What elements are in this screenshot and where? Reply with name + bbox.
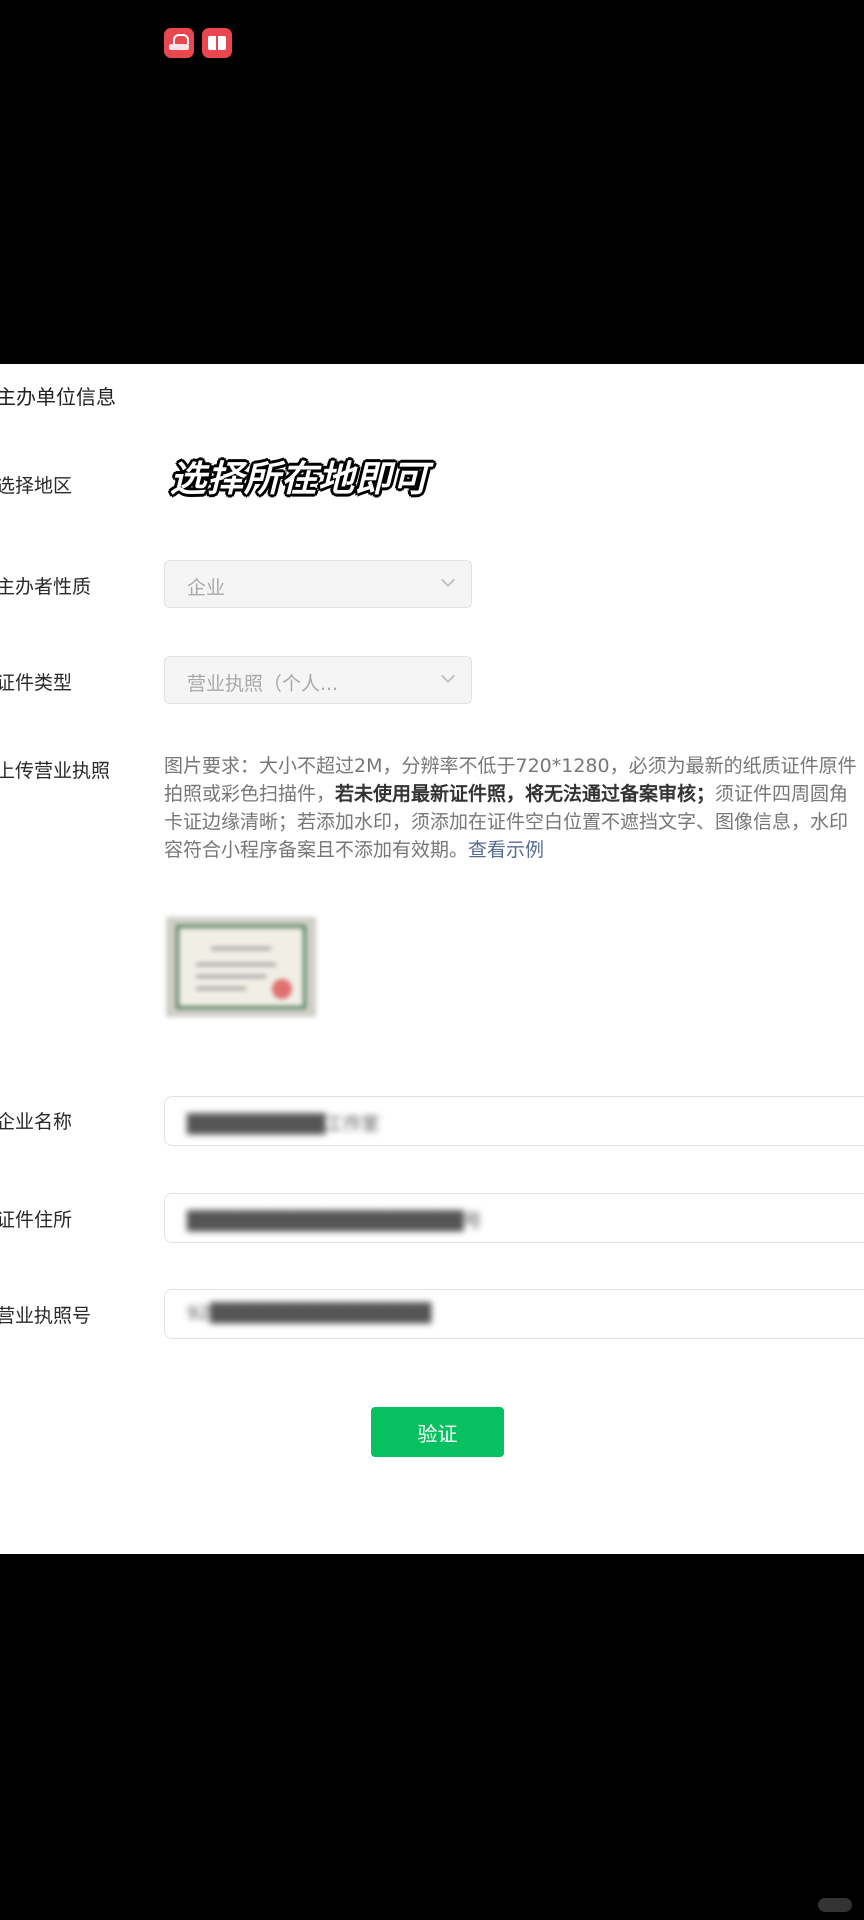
section-title: 主办单位信息 [0,385,116,409]
license-number-value: 92████████████████ [187,1303,432,1324]
license-number-field[interactable]: 92████████████████ [164,1289,864,1339]
verify-button[interactable]: 验证 [371,1407,504,1457]
upload-requirements: 图片要求：大小不超过2M，分辨率不低于720*1280，必须为最新的纸质证件原件… [164,752,864,864]
cert-address-field[interactable]: ████████████████████号 [164,1193,864,1243]
requirement-line: 拍照或彩色扫描件，若未使用最新证件照，将无法通过备案审核；须证件四周圆角 [164,780,864,808]
shopping-app-icon[interactable] [164,28,194,58]
company-name-field[interactable]: ██████████工作室 [164,1096,864,1146]
license-text-line [196,975,266,978]
requirement-line: 卡证边缘清晰；若添加水印，须添加在证件空白位置不遮挡文字、图像信息，水印 [164,811,849,833]
cert-type-select-value: 营业执照（个人... [187,673,339,695]
view-example-link[interactable]: 查看示例 [468,839,544,861]
cert-address-value: ████████████████████号 [187,1211,482,1232]
nature-select[interactable]: 企业 [164,560,472,608]
upload-license-label: 上传营业执照 [0,760,111,782]
cert-address-label: 证件住所 [0,1209,73,1231]
requirement-warning: 若未使用最新证件照，将无法通过备案审核； [335,783,716,805]
license-number-label: 营业执照号 [0,1305,92,1327]
overlay-caption: 选择所在地即可 [166,450,434,502]
license-seal [272,979,292,999]
cert-type-label: 证件类型 [0,672,73,694]
license-text-line [211,947,271,950]
company-name-label: 企业名称 [0,1111,73,1133]
region-label: 选择地区 [0,475,73,497]
license-text-line [196,987,246,990]
license-text-line [196,963,276,966]
cert-type-select[interactable]: 营业执照（个人... [164,656,472,704]
reading-app-icon[interactable] [202,28,232,58]
chevron-down-icon [440,572,456,588]
requirement-text: 容符合小程序备案且不添加有效期。 [164,839,469,861]
requirement-text: 须证件四周圆角 [715,783,849,805]
sponsor-info-panel: 主办单位信息 选择地区 选择所在地即可 主办者性质 企业 证件类型 营业执照（个… [0,364,864,1554]
nature-select-value: 企业 [187,577,226,599]
requirement-line: 图片要求：大小不超过2M，分辨率不低于720*1280，必须为最新的纸质证件原件 [164,755,857,777]
watermark-badge [818,1898,852,1912]
requirement-line: 容符合小程序备案且不添加有效期。查看示例 [164,836,864,864]
requirement-text: 拍照或彩色扫描件， [164,783,336,805]
nature-label: 主办者性质 [0,576,92,598]
company-name-value: ██████████工作室 [187,1114,380,1135]
chevron-down-icon [440,668,456,684]
uploaded-license-thumbnail[interactable] [166,917,316,1017]
top-app-icons [164,28,232,58]
